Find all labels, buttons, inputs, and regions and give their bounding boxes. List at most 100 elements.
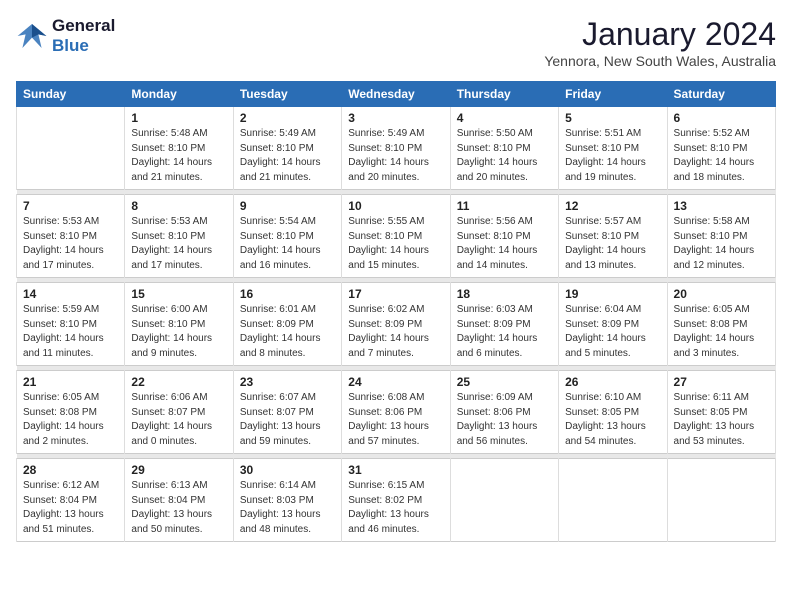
cell-info: Sunrise: 5:55 AMSunset: 8:10 PMDaylight:… [348, 215, 443, 273]
calendar-cell [667, 459, 775, 542]
cell-day-number: 9 [240, 199, 335, 213]
cell-day-number: 14 [23, 287, 118, 301]
cell-info: Sunrise: 5:53 AMSunset: 8:10 PMDaylight:… [131, 215, 226, 273]
cell-day-number: 3 [348, 111, 443, 125]
cell-info: Sunrise: 5:53 AMSunset: 8:10 PMDaylight:… [23, 215, 118, 273]
cell-info: Sunrise: 5:59 AMSunset: 8:10 PMDaylight:… [23, 303, 118, 361]
cell-day-number: 23 [240, 375, 335, 389]
cell-info: Sunrise: 6:13 AMSunset: 8:04 PMDaylight:… [131, 479, 226, 537]
cell-day-number: 24 [348, 375, 443, 389]
calendar-cell: 10 Sunrise: 5:55 AMSunset: 8:10 PMDayligh… [342, 195, 450, 278]
cell-day-number: 17 [348, 287, 443, 301]
cell-info: Sunrise: 6:12 AMSunset: 8:04 PMDaylight:… [23, 479, 118, 537]
cell-info: Sunrise: 6:02 AMSunset: 8:09 PMDaylight:… [348, 303, 443, 361]
calendar-cell: 26 Sunrise: 6:10 AMSunset: 8:05 PMDayligh… [559, 371, 667, 454]
calendar-cell: 12 Sunrise: 5:57 AMSunset: 8:10 PMDayligh… [559, 195, 667, 278]
cell-day-number: 2 [240, 111, 335, 125]
cell-day-number: 28 [23, 463, 118, 477]
cell-info: Sunrise: 6:14 AMSunset: 8:03 PMDaylight:… [240, 479, 335, 537]
cell-info: Sunrise: 6:04 AMSunset: 8:09 PMDaylight:… [565, 303, 660, 361]
cell-day-number: 1 [131, 111, 226, 125]
cell-info: Sunrise: 5:49 AMSunset: 8:10 PMDaylight:… [348, 127, 443, 185]
day-header-saturday: Saturday [667, 82, 775, 107]
page-header: General Blue January 2024 Yennora, New S… [16, 16, 776, 69]
day-header-friday: Friday [559, 82, 667, 107]
calendar-cell: 8 Sunrise: 5:53 AMSunset: 8:10 PMDaylight… [125, 195, 233, 278]
cell-info: Sunrise: 6:05 AMSunset: 8:08 PMDaylight:… [23, 391, 118, 449]
cell-info: Sunrise: 5:52 AMSunset: 8:10 PMDaylight:… [674, 127, 769, 185]
calendar-table: SundayMondayTuesdayWednesdayThursdayFrid… [16, 81, 776, 542]
calendar-cell: 19 Sunrise: 6:04 AMSunset: 8:09 PMDayligh… [559, 283, 667, 366]
calendar-cell: 23 Sunrise: 6:07 AMSunset: 8:07 PMDayligh… [233, 371, 341, 454]
calendar-cell [17, 107, 125, 190]
logo-text: General Blue [52, 16, 115, 56]
cell-info: Sunrise: 6:08 AMSunset: 8:06 PMDaylight:… [348, 391, 443, 449]
cell-info: Sunrise: 6:10 AMSunset: 8:05 PMDaylight:… [565, 391, 660, 449]
cell-day-number: 22 [131, 375, 226, 389]
calendar-week-row: 14 Sunrise: 5:59 AMSunset: 8:10 PMDayligh… [17, 283, 776, 366]
calendar-cell [450, 459, 558, 542]
cell-info: Sunrise: 6:11 AMSunset: 8:05 PMDaylight:… [674, 391, 769, 449]
cell-day-number: 31 [348, 463, 443, 477]
cell-info: Sunrise: 6:07 AMSunset: 8:07 PMDaylight:… [240, 391, 335, 449]
cell-day-number: 26 [565, 375, 660, 389]
cell-day-number: 7 [23, 199, 118, 213]
calendar-cell: 13 Sunrise: 5:58 AMSunset: 8:10 PMDayligh… [667, 195, 775, 278]
calendar-cell: 30Sunrise: 6:14 AMSunset: 8:03 PMDayligh… [233, 459, 341, 542]
cell-day-number: 20 [674, 287, 769, 301]
calendar-cell: 29 Sunrise: 6:13 AMSunset: 8:04 PMDayligh… [125, 459, 233, 542]
calendar-week-row: 7 Sunrise: 5:53 AMSunset: 8:10 PMDaylight… [17, 195, 776, 278]
cell-day-number: 29 [131, 463, 226, 477]
location-label: Yennora, New South Wales, Australia [544, 53, 776, 69]
cell-day-number: 21 [23, 375, 118, 389]
cell-info: Sunrise: 6:06 AMSunset: 8:07 PMDaylight:… [131, 391, 226, 449]
cell-day-number: 11 [457, 199, 552, 213]
logo: General Blue [16, 16, 115, 56]
calendar-body: 1 Sunrise: 5:48 AMSunset: 8:10 PMDaylight… [17, 107, 776, 542]
calendar-cell: 9Sunrise: 5:54 AMSunset: 8:10 PMDaylight… [233, 195, 341, 278]
calendar-cell: 6 Sunrise: 5:52 AMSunset: 8:10 PMDaylight… [667, 107, 775, 190]
calendar-cell: 11 Sunrise: 5:56 AMSunset: 8:10 PMDayligh… [450, 195, 558, 278]
cell-info: Sunrise: 6:01 AMSunset: 8:09 PMDaylight:… [240, 303, 335, 361]
day-header-tuesday: Tuesday [233, 82, 341, 107]
calendar-header-row: SundayMondayTuesdayWednesdayThursdayFrid… [17, 82, 776, 107]
cell-day-number: 8 [131, 199, 226, 213]
cell-info: Sunrise: 5:48 AMSunset: 8:10 PMDaylight:… [131, 127, 226, 185]
calendar-cell: 5 Sunrise: 5:51 AMSunset: 8:10 PMDaylight… [559, 107, 667, 190]
calendar-cell: 18Sunrise: 6:03 AMSunset: 8:09 PMDayligh… [450, 283, 558, 366]
cell-day-number: 25 [457, 375, 552, 389]
cell-day-number: 12 [565, 199, 660, 213]
cell-day-number: 5 [565, 111, 660, 125]
calendar-cell: 28 Sunrise: 6:12 AMSunset: 8:04 PMDayligh… [17, 459, 125, 542]
calendar-cell [559, 459, 667, 542]
cell-info: Sunrise: 5:56 AMSunset: 8:10 PMDaylight:… [457, 215, 552, 273]
cell-day-number: 27 [674, 375, 769, 389]
cell-info: Sunrise: 6:05 AMSunset: 8:08 PMDaylight:… [674, 303, 769, 361]
calendar-cell: 4Sunrise: 5:50 AMSunset: 8:10 PMDaylight… [450, 107, 558, 190]
cell-day-number: 19 [565, 287, 660, 301]
calendar-cell: 15Sunrise: 6:00 AMSunset: 8:10 PMDayligh… [125, 283, 233, 366]
cell-info: Sunrise: 6:03 AMSunset: 8:09 PMDaylight:… [457, 303, 552, 361]
cell-info: Sunrise: 6:00 AMSunset: 8:10 PMDaylight:… [131, 303, 226, 361]
cell-day-number: 16 [240, 287, 335, 301]
cell-info: Sunrise: 5:57 AMSunset: 8:10 PMDaylight:… [565, 215, 660, 273]
calendar-cell: 25Sunrise: 6:09 AMSunset: 8:06 PMDayligh… [450, 371, 558, 454]
logo-icon [16, 20, 48, 52]
calendar-week-row: 1 Sunrise: 5:48 AMSunset: 8:10 PMDaylight… [17, 107, 776, 190]
cell-day-number: 13 [674, 199, 769, 213]
cell-day-number: 6 [674, 111, 769, 125]
title-block: January 2024 Yennora, New South Wales, A… [544, 16, 776, 69]
calendar-cell: 21 Sunrise: 6:05 AMSunset: 8:08 PMDayligh… [17, 371, 125, 454]
day-header-sunday: Sunday [17, 82, 125, 107]
calendar-cell: 14 Sunrise: 5:59 AMSunset: 8:10 PMDayligh… [17, 283, 125, 366]
cell-info: Sunrise: 5:50 AMSunset: 8:10 PMDaylight:… [457, 127, 552, 185]
cell-info: Sunrise: 5:51 AMSunset: 8:10 PMDaylight:… [565, 127, 660, 185]
calendar-cell: 2Sunrise: 5:49 AMSunset: 8:10 PMDaylight… [233, 107, 341, 190]
calendar-cell: 22 Sunrise: 6:06 AMSunset: 8:07 PMDayligh… [125, 371, 233, 454]
day-header-monday: Monday [125, 82, 233, 107]
calendar-cell: 24 Sunrise: 6:08 AMSunset: 8:06 PMDayligh… [342, 371, 450, 454]
cell-info: Sunrise: 6:15 AMSunset: 8:02 PMDaylight:… [348, 479, 443, 537]
cell-info: Sunrise: 5:58 AMSunset: 8:10 PMDaylight:… [674, 215, 769, 273]
month-title: January 2024 [544, 16, 776, 53]
cell-day-number: 10 [348, 199, 443, 213]
